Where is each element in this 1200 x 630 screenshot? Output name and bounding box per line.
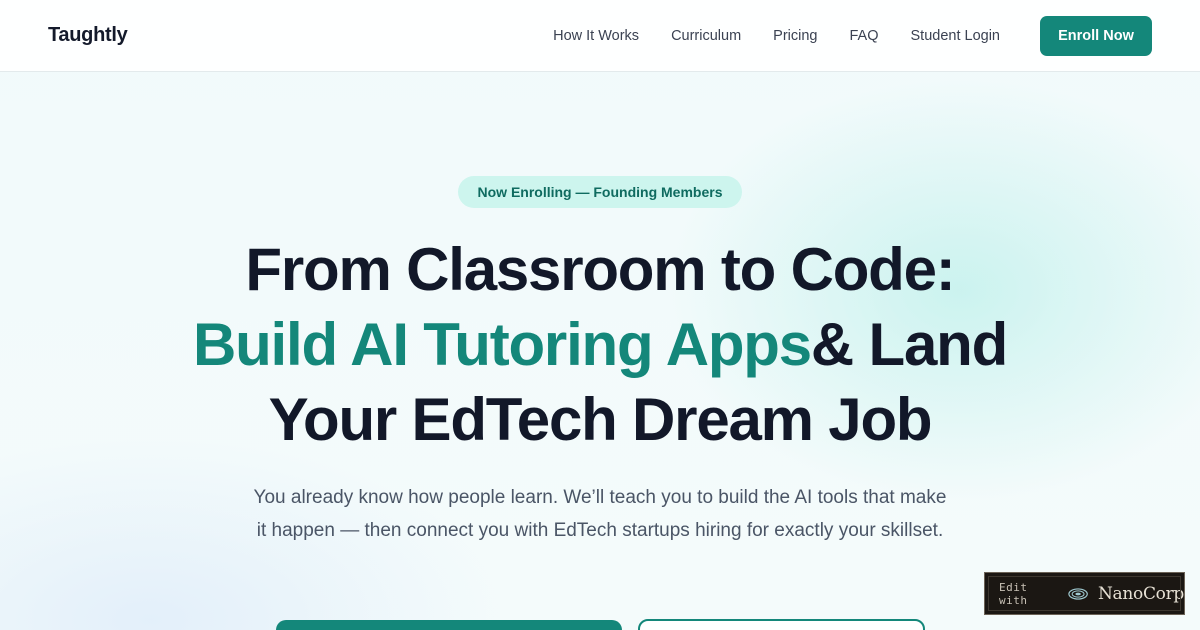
edit-with-nanocorp-badge[interactable]: Edit with NanoCorp bbox=[984, 572, 1185, 615]
nanocorp-logo-icon bbox=[1068, 587, 1088, 600]
headline-accent: Build AI Tutoring Apps bbox=[192, 311, 812, 378]
secondary-cta-button[interactable] bbox=[638, 619, 925, 630]
primary-cta-button[interactable] bbox=[276, 620, 622, 630]
nav-link-curriculum[interactable]: Curriculum bbox=[671, 28, 741, 44]
hero-headline: From Classroom to Code: Build AI Tutorin… bbox=[100, 232, 1100, 457]
hero-subheading: You already know how people learn. We’ll… bbox=[253, 487, 947, 541]
brand-logo[interactable]: Taughtly bbox=[48, 24, 128, 47]
headline-line-2-rest: & Land bbox=[810, 311, 1008, 378]
nav-links: How It Works Curriculum Pricing FAQ Stud… bbox=[553, 0, 1000, 72]
top-navbar: Taughtly How It Works Curriculum Pricing… bbox=[0, 0, 1200, 72]
headline-line-3: Your EdTech Dream Job bbox=[268, 386, 933, 453]
headline-line-1: From Classroom to Code: bbox=[245, 236, 955, 303]
nanocorp-brand-text: NanoCorp bbox=[1097, 583, 1184, 604]
enroll-now-button[interactable]: Enroll Now bbox=[1040, 16, 1152, 56]
nav-link-pricing[interactable]: Pricing bbox=[773, 28, 817, 44]
nav-link-how-it-works[interactable]: How It Works bbox=[553, 28, 639, 44]
nav-link-faq[interactable]: FAQ bbox=[849, 28, 878, 44]
edit-with-label: Edit with bbox=[999, 580, 1028, 607]
nav-link-student-login[interactable]: Student Login bbox=[911, 28, 1001, 44]
enrollment-badge: Now Enrolling — Founding Members bbox=[458, 176, 742, 208]
